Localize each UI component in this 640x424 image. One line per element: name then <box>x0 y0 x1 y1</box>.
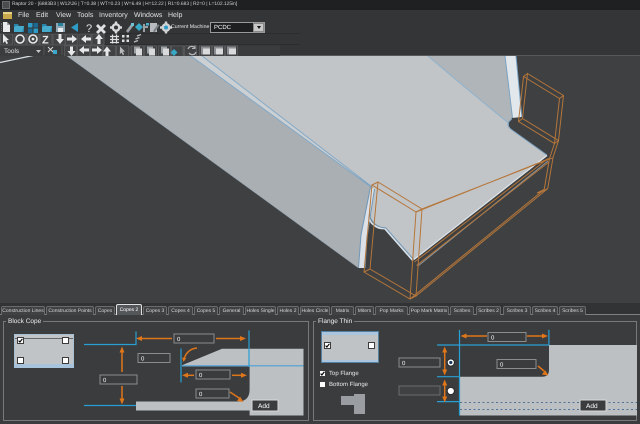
svg-text:Add: Add <box>586 403 598 410</box>
svg-text:?: ? <box>86 23 92 35</box>
svg-text:Tools: Tools <box>4 48 20 55</box>
svg-text:Add: Add <box>258 403 270 410</box>
svg-text:Z: Z <box>42 35 49 47</box>
